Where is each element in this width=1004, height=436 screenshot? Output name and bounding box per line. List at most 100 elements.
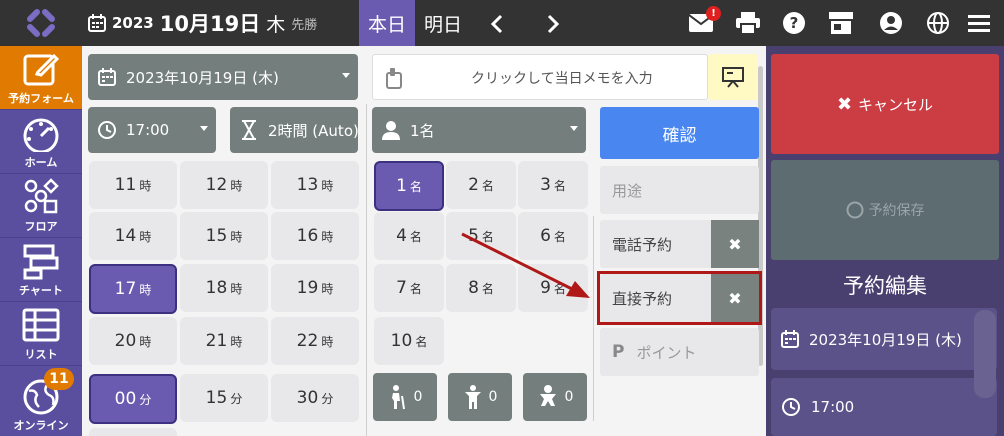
party-option-2[interactable]: 2名 <box>446 161 516 209</box>
today-button[interactable]: 本日 <box>359 0 415 46</box>
online-count-badge: 11 <box>44 368 74 390</box>
sidebar-item-reservation-form[interactable]: 予約フォーム <box>0 46 82 110</box>
date-select[interactable]: 2023年10月19日 (木) <box>88 54 358 100</box>
hour-option-14[interactable]: 14 時 <box>89 212 177 260</box>
party-size-select[interactable]: 1名 <box>372 107 586 153</box>
sidebar-item-online[interactable]: オンライン 11 <box>0 366 82 436</box>
party-size-select-value: 1名 <box>410 121 435 140</box>
hour-option-13[interactable]: 13 時 <box>271 161 359 209</box>
minute-number: 15 <box>205 388 228 408</box>
party-number: 2 <box>468 175 479 195</box>
hour-option-17[interactable]: 17 時 <box>89 264 177 314</box>
minute-number: 30 <box>296 388 319 408</box>
sidebar-item-chart[interactable]: チャート <box>0 238 82 302</box>
minute-option-30[interactable]: 30 分 <box>271 374 359 422</box>
party-option-4[interactable]: 4名 <box>374 212 444 260</box>
elderly-count: 0 <box>413 389 423 405</box>
phone-reservation-label: 電話予約 <box>612 235 673 254</box>
hour-unit: 時 <box>230 281 243 296</box>
circle-icon <box>846 201 863 219</box>
presentation-icon <box>722 67 744 88</box>
party-option-7[interactable]: 7名 <box>374 264 444 312</box>
party-unit: 名 <box>409 179 422 194</box>
sidebar-item-label: ホーム <box>24 156 58 169</box>
hour-option-11[interactable]: 11 時 <box>89 161 177 209</box>
summary-date: 2023年10月19日 (木) <box>809 330 962 349</box>
party-option-3[interactable]: 3名 <box>518 161 588 209</box>
sidebar-item-home[interactable]: ホーム <box>0 110 82 174</box>
chevron-down-icon <box>570 126 578 131</box>
hour-unit: 時 <box>139 229 152 244</box>
chevron-right-icon[interactable] <box>540 12 564 36</box>
party-option-6[interactable]: 6名 <box>518 212 588 260</box>
sidebar-item-list[interactable]: リスト <box>0 302 82 366</box>
memo-board-button[interactable] <box>708 54 758 100</box>
app-logo-icon[interactable] <box>0 0 82 46</box>
party-option-1[interactable]: 1名 <box>374 161 444 211</box>
point-field[interactable]: P ポイント <box>600 328 759 376</box>
edit-title: 予約編集 <box>843 274 927 298</box>
mail-badge: ! <box>706 6 721 21</box>
close-icon[interactable]: ✖ <box>711 220 759 268</box>
hour-option-12[interactable]: 12 時 <box>180 161 268 209</box>
menu-icon[interactable] <box>966 10 992 36</box>
elderly-count-button[interactable]: 0 <box>373 373 437 421</box>
store-icon[interactable] <box>828 10 854 36</box>
chevron-down-icon <box>342 73 350 78</box>
hour-unit: 時 <box>139 334 152 349</box>
party-unit: 名 <box>409 281 422 296</box>
print-icon[interactable] <box>735 10 761 36</box>
minute-option-00[interactable]: 00 分 <box>89 374 177 424</box>
minute-unit: 分 <box>230 391 243 406</box>
tomorrow-button[interactable]: 明日 <box>416 0 470 46</box>
language-globe-icon[interactable] <box>925 10 951 36</box>
hour-number: 14 <box>114 226 137 246</box>
party-option-8[interactable]: 8名 <box>446 264 516 312</box>
dashboard-icon <box>23 118 59 152</box>
baby-count-button[interactable]: 0 <box>523 373 587 421</box>
right-panel-scrollbar[interactable] <box>974 310 996 398</box>
header-date[interactable]: 2023 10月19日 木 先勝 <box>88 0 317 46</box>
time-select[interactable]: 17:00 <box>88 107 216 153</box>
sidebar-item-label: オンライン <box>13 419 69 432</box>
hour-number: 11 <box>114 175 137 195</box>
column-divider <box>593 216 594 421</box>
summary-date-row[interactable]: 2023年10月19日 (木) <box>771 308 997 370</box>
save-label: 予約保存 <box>868 203 925 219</box>
close-icon: ✖ <box>836 93 853 115</box>
cancel-button[interactable]: ✖ キャンセル <box>771 54 999 154</box>
minute-option-45[interactable] <box>89 428 177 436</box>
memo-icon <box>386 68 402 89</box>
hour-option-15[interactable]: 15 時 <box>180 212 268 260</box>
account-icon[interactable] <box>878 10 904 36</box>
party-option-10[interactable]: 10 名 <box>374 317 444 365</box>
save-reservation-button[interactable]: 予約保存 <box>771 160 999 260</box>
duration-select[interactable]: 2時間 (Auto) <box>230 107 358 153</box>
sidebar-item-floor[interactable]: フロア <box>0 174 82 238</box>
summary-time-row[interactable]: 17:00 <box>771 378 997 436</box>
confirm-button[interactable]: 確認 <box>600 107 759 159</box>
header-year: 2023 <box>112 14 154 32</box>
hour-option-18[interactable]: 18 時 <box>180 264 268 312</box>
sidebar-item-label: フロア <box>24 220 58 233</box>
baby-icon <box>539 385 556 406</box>
hour-option-22[interactable]: 22 時 <box>271 317 359 365</box>
party-option-9[interactable]: 9名 <box>518 264 588 312</box>
minute-option-15[interactable]: 15 分 <box>180 374 268 422</box>
chevron-left-icon[interactable] <box>486 12 510 36</box>
party-option-5[interactable]: 5名 <box>446 212 516 260</box>
party-unit: 名 <box>553 281 566 296</box>
day-memo-input[interactable]: クリックして当日メモを入力 <box>372 54 708 100</box>
hour-option-19[interactable]: 19 時 <box>271 264 359 312</box>
point-icon: P <box>612 342 625 362</box>
child-count-button[interactable]: 0 <box>448 373 512 421</box>
hour-option-20[interactable]: 20 時 <box>89 317 177 365</box>
sidebar-item-label: チャート <box>19 284 63 297</box>
purpose-field[interactable]: 用途 <box>600 166 759 214</box>
hour-option-21[interactable]: 21 時 <box>180 317 268 365</box>
hour-number: 15 <box>205 226 228 246</box>
clock-icon <box>782 398 800 416</box>
hour-option-16[interactable]: 16 時 <box>271 212 359 260</box>
help-icon[interactable]: ? <box>781 10 807 36</box>
phone-reservation-option[interactable]: 電話予約 ✖ <box>600 220 759 268</box>
